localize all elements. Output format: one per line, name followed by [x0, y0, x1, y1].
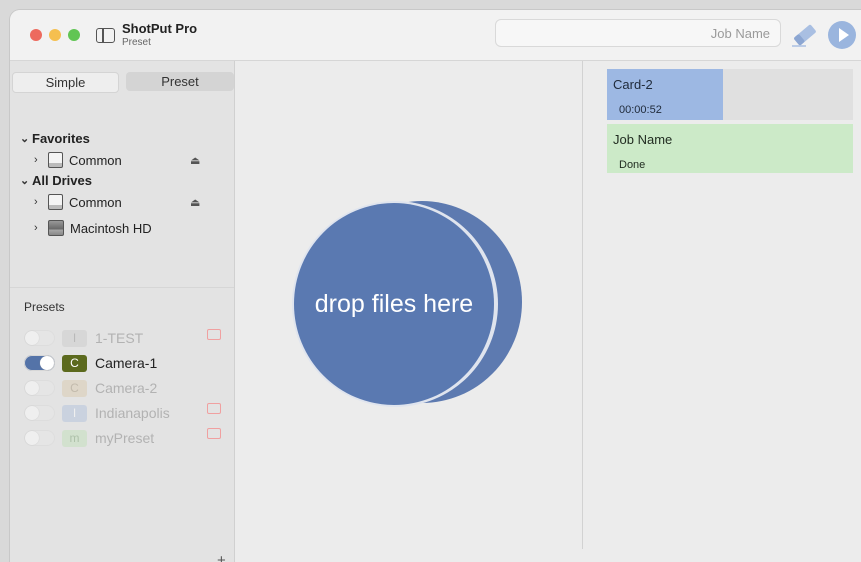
- hard-disk-icon: [48, 220, 64, 236]
- app-title: ShotPut Pro: [122, 21, 198, 36]
- sidebar: Simple Preset ⌄ Favorites › Common ⏏ ⌄ A…: [10, 61, 235, 562]
- drive-icon: [48, 152, 63, 168]
- app-window: ShotPut Pro Preset Simple Preset ⌄ Favor…: [10, 10, 861, 562]
- preset-toggle[interactable]: [24, 430, 55, 446]
- preset-toggle[interactable]: [24, 380, 55, 396]
- preset-name: Camera-2: [95, 380, 158, 396]
- chevron-right-icon: ›: [34, 196, 38, 208]
- sidebar-item-macintosh-hd[interactable]: › Macintosh HD: [34, 220, 152, 236]
- preset-name: Camera-1: [95, 355, 158, 371]
- preset-badge: C: [62, 379, 87, 397]
- title-bar: ShotPut Pro Preset: [10, 10, 861, 61]
- card-name: Card-2: [613, 77, 653, 92]
- card-progress-item[interactable]: Card-2 00:00:52: [607, 69, 853, 120]
- eject-icon[interactable]: ⏏: [190, 196, 200, 209]
- favorites-section[interactable]: ⌄ Favorites: [20, 131, 90, 146]
- card-elapsed-time: 00:00:52: [619, 104, 662, 116]
- chevron-right-icon: ›: [34, 154, 38, 166]
- chevron-down-icon: ⌄: [20, 175, 30, 187]
- drive-icon: [48, 194, 63, 210]
- sidebar-item-label: Macintosh HD: [70, 220, 152, 236]
- eject-icon[interactable]: ⏏: [190, 154, 200, 167]
- preset-row-camera-2[interactable]: C Camera-2: [24, 378, 157, 398]
- job-name-input[interactable]: [495, 19, 781, 47]
- preset-row-indianapolis[interactable]: I Indianapolis: [24, 403, 170, 423]
- divider: [10, 287, 234, 288]
- chevron-down-icon: ⌄: [20, 133, 30, 145]
- folder-icon[interactable]: [207, 403, 221, 414]
- tab-simple[interactable]: Simple: [12, 72, 119, 93]
- folder-icon[interactable]: [207, 329, 221, 340]
- zoom-window-button[interactable]: [68, 29, 80, 41]
- start-button[interactable]: [828, 21, 856, 49]
- preset-badge: I: [62, 404, 87, 422]
- preset-name: Indianapolis: [95, 405, 170, 421]
- favorites-header: Favorites: [32, 131, 90, 146]
- preset-name: myPreset: [95, 430, 155, 446]
- divider: [582, 61, 583, 549]
- preset-toggle[interactable]: [24, 355, 55, 371]
- sidebar-item-label: Common: [69, 194, 122, 210]
- job-name: Job Name: [613, 132, 673, 147]
- drop-zone[interactable]: drop files here: [292, 201, 524, 413]
- drop-files-label: drop files here: [294, 203, 494, 405]
- sidebar-item-label: Common: [69, 152, 122, 168]
- preset-name: 1-TEST: [95, 330, 144, 346]
- chevron-right-icon: ›: [34, 222, 38, 234]
- close-window-button[interactable]: [30, 29, 42, 41]
- folder-icon[interactable]: [207, 428, 221, 439]
- preset-toggle[interactable]: [24, 330, 55, 346]
- preset-row-1-test[interactable]: I 1-TEST: [24, 328, 143, 348]
- all-drives-section[interactable]: ⌄ All Drives: [20, 173, 92, 188]
- sidebar-toggle-icon[interactable]: [96, 28, 115, 43]
- sidebar-item-favorites-common[interactable]: › Common: [34, 152, 122, 168]
- job-item[interactable]: Job Name Done: [607, 124, 853, 173]
- all-drives-header: All Drives: [32, 173, 92, 188]
- preset-badge: I: [62, 329, 87, 347]
- tab-preset[interactable]: Preset: [126, 72, 234, 91]
- preset-badge: C: [62, 354, 87, 372]
- minimize-window-button[interactable]: [49, 29, 61, 41]
- job-status: Done: [619, 159, 646, 171]
- preset-badge: m: [62, 429, 87, 447]
- preset-row-camera-1[interactable]: C Camera-1: [24, 353, 157, 373]
- presets-label: Presets: [24, 300, 65, 314]
- app-subtitle: Preset: [122, 37, 151, 48]
- eraser-icon[interactable]: [790, 22, 820, 48]
- add-preset-button[interactable]: +: [217, 552, 226, 562]
- preset-toggle[interactable]: [24, 405, 55, 421]
- sidebar-item-drives-common[interactable]: › Common: [34, 194, 122, 210]
- preset-row-mypreset[interactable]: m myPreset: [24, 428, 154, 448]
